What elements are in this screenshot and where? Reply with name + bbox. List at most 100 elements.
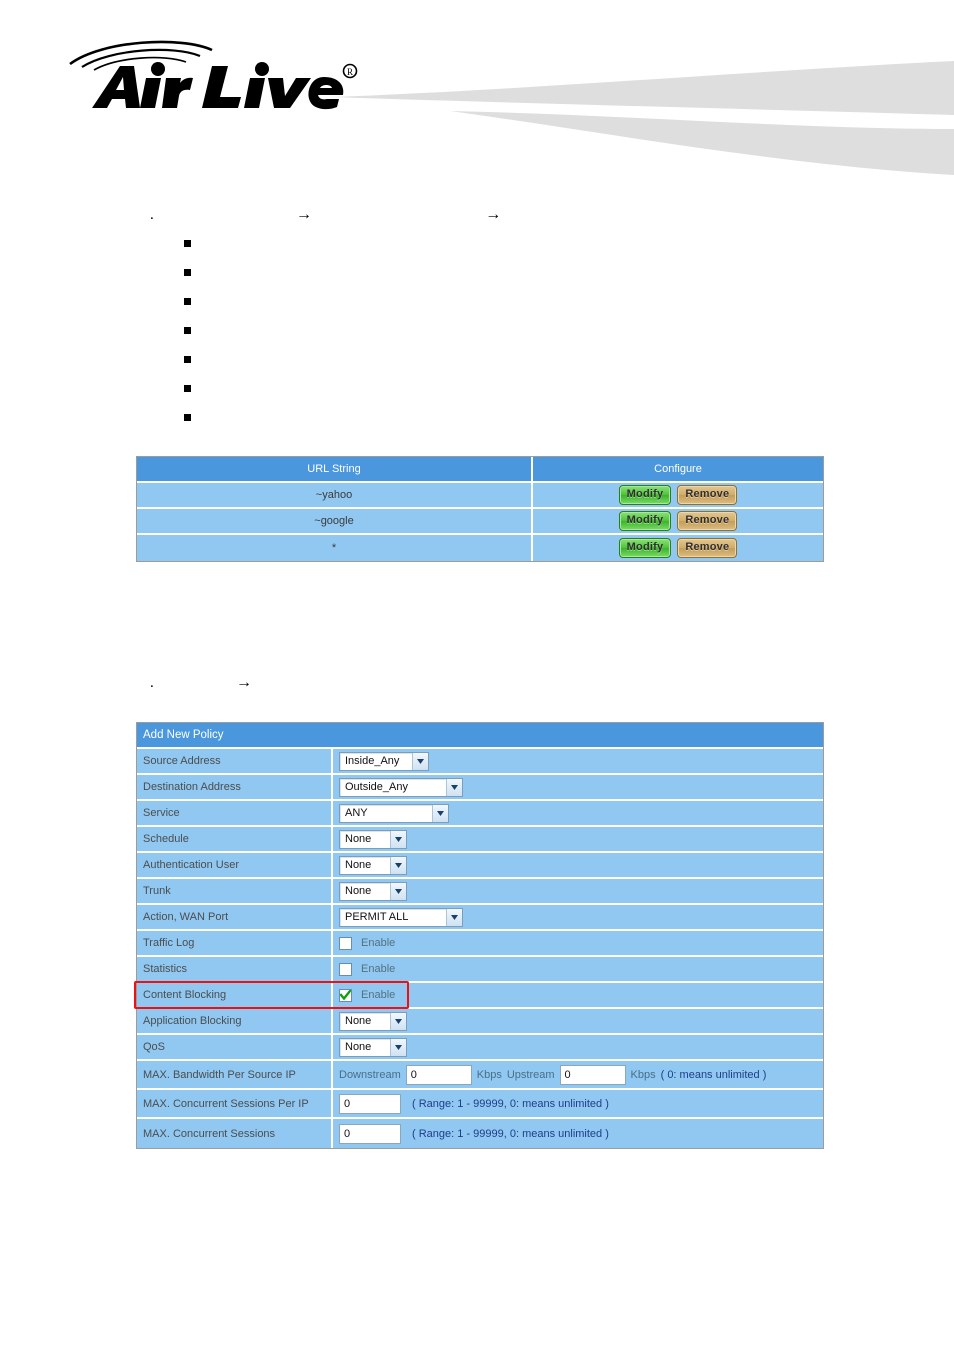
qos-select[interactable]: None: [339, 1037, 407, 1057]
chevron-down-icon[interactable]: [432, 804, 448, 822]
max-sessions-per-ip-hint: ( Range: 1 - 99999, 0: means unlimited ): [412, 1097, 609, 1110]
row-authentication-user: Authentication User None: [137, 853, 823, 879]
label-authentication-user: Authentication User: [137, 853, 333, 877]
service-select[interactable]: ANY: [339, 803, 449, 823]
label-trunk: Trunk: [137, 879, 333, 903]
authentication-user-select[interactable]: None: [339, 855, 407, 875]
label-source-address: Source Address: [137, 749, 333, 773]
destination-address-value: Outside_Any: [345, 780, 408, 793]
label-action-wan-port: Action, WAN Port: [137, 905, 333, 929]
url-string-value: ~google: [137, 509, 533, 533]
list-item: [184, 381, 201, 410]
modify-button[interactable]: Modify: [618, 538, 672, 558]
remove-button[interactable]: Remove: [677, 538, 738, 558]
schedule-select[interactable]: None: [339, 829, 407, 849]
url-string-value: *: [137, 535, 533, 561]
qos-value: None: [345, 1040, 372, 1053]
chevron-down-icon[interactable]: [390, 1012, 406, 1030]
bullet-square-icon: [184, 298, 191, 305]
chevron-down-icon[interactable]: [390, 856, 406, 874]
upstream-bandwidth-input[interactable]: [559, 1064, 626, 1085]
authentication-user-value: None: [345, 858, 372, 871]
source-address-select[interactable]: Inside_Any: [339, 751, 429, 771]
statistics-enable-label: Enable: [361, 963, 396, 975]
arrow-right-icon-3: →: [236, 674, 253, 691]
chevron-down-icon[interactable]: [390, 830, 406, 848]
downstream-unit: Kbps: [476, 1068, 502, 1081]
max-sessions-hint: ( Range: 1 - 99999, 0: means unlimited ): [412, 1127, 609, 1140]
remove-button[interactable]: Remove: [677, 511, 738, 531]
statistics-checkbox[interactable]: [339, 962, 352, 976]
label-qos: QoS: [137, 1035, 333, 1059]
label-max-bandwidth: MAX. Bandwidth Per Source IP: [137, 1061, 333, 1088]
schedule-value: None: [345, 832, 372, 845]
row-qos: QoS None: [137, 1035, 823, 1061]
section-1-number: .: [150, 207, 154, 223]
row-trunk: Trunk None: [137, 879, 823, 905]
modify-button[interactable]: Modify: [618, 511, 672, 531]
upstream-unit: Kbps: [630, 1068, 656, 1081]
row-destination-address: Destination Address Outside_Any: [137, 775, 823, 801]
downstream-bandwidth-input[interactable]: [405, 1064, 472, 1085]
application-blocking-select[interactable]: None: [339, 1011, 407, 1031]
action-wan-port-value: PERMIT ALL: [345, 910, 409, 923]
row-schedule: Schedule None: [137, 827, 823, 853]
header-swoosh-icon: [330, 55, 954, 175]
bullet-square-icon: [184, 414, 191, 421]
arrow-right-icon-2: →: [485, 206, 502, 223]
content-blocking-enable-label: Enable: [361, 989, 396, 1001]
airlive-logo: R: [62, 36, 362, 116]
list-item: [184, 410, 201, 439]
application-blocking-value: None: [345, 1014, 372, 1027]
column-header-url-string: URL String: [137, 457, 533, 481]
table-row: ~yahoo Modify Remove: [137, 483, 823, 509]
chevron-down-icon[interactable]: [446, 778, 462, 796]
row-source-address: Source Address Inside_Any: [137, 749, 823, 775]
row-statistics: Statistics Enable: [137, 957, 823, 983]
list-item: [184, 265, 201, 294]
label-max-sessions-per-ip: MAX. Concurrent Sessions Per IP: [137, 1090, 333, 1117]
action-wan-port-select[interactable]: PERMIT ALL: [339, 907, 463, 927]
label-schedule: Schedule: [137, 827, 333, 851]
max-sessions-per-ip-input[interactable]: [339, 1093, 401, 1114]
url-string-value: ~yahoo: [137, 483, 533, 507]
traffic-log-checkbox[interactable]: [339, 936, 352, 950]
traffic-log-enable-label: Enable: [361, 937, 396, 949]
bullet-square-icon: [184, 240, 191, 247]
remove-button[interactable]: Remove: [677, 485, 738, 505]
label-application-blocking: Application Blocking: [137, 1009, 333, 1033]
row-action-wan-port: Action, WAN Port PERMIT ALL: [137, 905, 823, 931]
page-header: R: [0, 0, 954, 175]
label-service: Service: [137, 801, 333, 825]
row-application-blocking: Application Blocking None: [137, 1009, 823, 1035]
downstream-caption: Downstream: [339, 1068, 401, 1081]
chevron-down-icon[interactable]: [390, 882, 406, 900]
source-address-value: Inside_Any: [345, 754, 400, 767]
list-item: [184, 352, 201, 381]
max-sessions-input[interactable]: [339, 1123, 401, 1144]
chevron-down-icon[interactable]: [390, 1038, 406, 1056]
policy-table-title: Add New Policy: [137, 723, 823, 749]
trunk-select[interactable]: None: [339, 881, 407, 901]
label-max-sessions: MAX. Concurrent Sessions: [137, 1119, 333, 1148]
label-destination-address: Destination Address: [137, 775, 333, 799]
table-row: ~google Modify Remove: [137, 509, 823, 535]
chevron-down-icon[interactable]: [412, 752, 428, 770]
row-service: Service ANY: [137, 801, 823, 827]
row-actions: Modify Remove: [533, 535, 823, 561]
bullet-square-icon: [184, 327, 191, 334]
chevron-down-icon[interactable]: [446, 908, 462, 926]
add-new-policy-table: Add New Policy Source Address Inside_Any…: [136, 722, 824, 1149]
section-1-heading: . → →: [150, 172, 505, 241]
trunk-value: None: [345, 884, 372, 897]
modify-button[interactable]: Modify: [618, 485, 672, 505]
section-2-heading: . →: [150, 640, 256, 709]
content-blocking-checkbox[interactable]: [339, 988, 352, 1002]
table-row: * Modify Remove: [137, 535, 823, 561]
table-header-row: URL String Configure: [137, 457, 823, 483]
feature-bullet-list: [184, 236, 201, 439]
section-2-number: .: [150, 675, 154, 691]
destination-address-select[interactable]: Outside_Any: [339, 777, 463, 797]
row-traffic-log: Traffic Log Enable: [137, 931, 823, 957]
bullet-square-icon: [184, 356, 191, 363]
